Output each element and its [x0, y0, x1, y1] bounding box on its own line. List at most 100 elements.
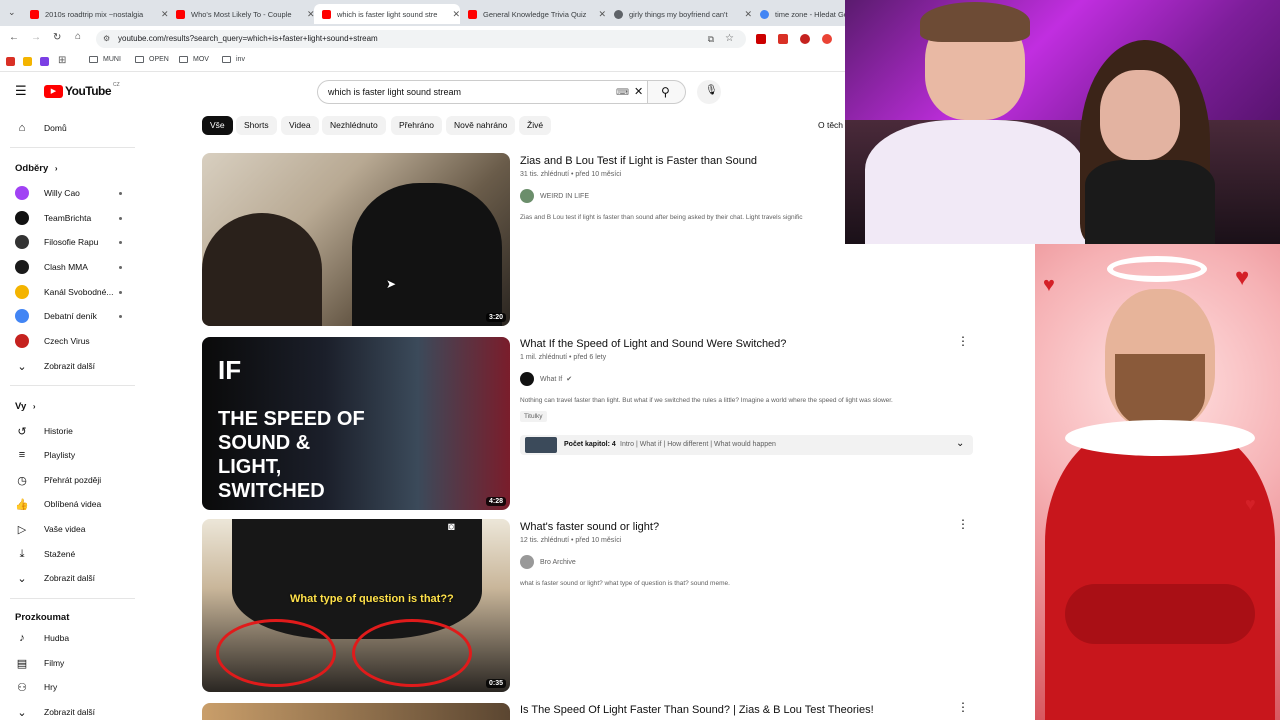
- avatar: [15, 309, 29, 323]
- sidebar-item-label: Historie: [44, 426, 73, 436]
- sidebar-item-label: Zobrazit další: [44, 573, 96, 583]
- back-icon[interactable]: ←: [9, 32, 19, 43]
- extension-icon[interactable]: [800, 34, 810, 44]
- chip-watched[interactable]: Přehráno: [391, 116, 442, 135]
- sidebar-item-subscription[interactable]: Kanál Svobodné...: [0, 281, 140, 303]
- new-content-dot: [119, 240, 122, 244]
- close-tab-icon[interactable]: ✕: [452, 9, 460, 20]
- video-title[interactable]: What If the Speed of Light and Sound Wer…: [520, 338, 786, 350]
- new-content-dot: [119, 290, 122, 294]
- chip-unwatched[interactable]: Nezhlédnuto: [322, 116, 386, 135]
- sidebar-show-more-subscriptions[interactable]: ⌄ Zobrazit další: [0, 355, 140, 377]
- chip-videos[interactable]: Videa: [281, 116, 319, 135]
- sidebar-item-gaming[interactable]: ⚇ Hry: [0, 676, 140, 698]
- subscriptions-heading[interactable]: Odběry ›: [15, 163, 58, 174]
- channel-link[interactable]: WEIRD IN LIFE: [520, 189, 589, 203]
- browser-tab[interactable]: Who's Most Likely To - Couple ✕: [168, 4, 316, 24]
- video-thumbnail[interactable]: What type of question is that?? ◙ 0:35: [202, 519, 510, 692]
- video-description: what is faster sound or light? what type…: [520, 580, 730, 587]
- avatar: [15, 211, 29, 225]
- bookmark-app-icon[interactable]: [40, 57, 49, 66]
- history-icon: ↺: [17, 425, 27, 438]
- channel-link[interactable]: Bro Archive: [520, 555, 576, 569]
- sidebar-show-more-you[interactable]: ⌄ Zobrazit další: [0, 567, 140, 589]
- avatar: [15, 235, 29, 249]
- browser-tab-active[interactable]: which is faster light sound stre ✕: [314, 4, 460, 24]
- keyboard-icon[interactable]: ⌨: [616, 81, 629, 103]
- clear-search-icon[interactable]: ✕: [634, 81, 643, 103]
- sidebar-item-home[interactable]: ⌂ Domů: [0, 117, 140, 139]
- sidebar-item-playlists[interactable]: ≡ Playlisty: [0, 444, 140, 466]
- chip-shorts[interactable]: Shorts: [236, 116, 277, 135]
- avatar: [520, 555, 534, 569]
- bookmark-star-icon[interactable]: ☆: [725, 30, 734, 48]
- browser-tab[interactable]: time zone - Hledat Go: [752, 4, 845, 24]
- apps-grid-icon[interactable]: ⊞: [58, 55, 66, 66]
- channel-link[interactable]: What If ✔: [520, 372, 572, 386]
- bookmark-folder[interactable]: MOV: [179, 56, 209, 63]
- extension-icon[interactable]: [778, 34, 788, 44]
- bookmark-folder[interactable]: OPEN: [135, 56, 169, 63]
- camera-icon: ◙: [448, 521, 455, 533]
- video-title[interactable]: Zias and B Lou Test if Light is Faster t…: [520, 155, 757, 167]
- home-icon[interactable]: ⌂: [75, 31, 81, 42]
- bookmark-app-icon[interactable]: [23, 57, 32, 66]
- sidebar-item-subscription[interactable]: Debatní deník: [0, 305, 140, 327]
- chip-recently-uploaded[interactable]: Nově nahráno: [446, 116, 516, 135]
- address-bar[interactable]: ⚙ youtube.com/results?search_query=which…: [96, 30, 746, 48]
- close-tab-icon[interactable]: ✕: [744, 9, 752, 20]
- search-input[interactable]: which is faster light sound stream ⌨ ✕: [317, 80, 648, 104]
- youtube-logo[interactable]: ▶ YouTube CZ: [44, 82, 120, 98]
- voice-search-button[interactable]: 🎙: [697, 80, 721, 104]
- chip-all[interactable]: Vše: [202, 116, 233, 135]
- avatar: [15, 334, 29, 348]
- sidebar-item-label: Oblíbená videa: [44, 499, 102, 509]
- video-title[interactable]: Is The Speed Of Light Faster Than Sound?…: [520, 704, 874, 716]
- sidebar-item-history[interactable]: ↺ Historie: [0, 420, 140, 442]
- chevron-down-icon[interactable]: ⌄: [956, 438, 964, 449]
- sidebar-item-downloads[interactable]: ⤓ Stažené: [0, 543, 140, 565]
- you-heading[interactable]: Vy ›: [15, 401, 36, 412]
- heart-icon: ♥: [1235, 264, 1250, 291]
- site-info-icon[interactable]: ⚙: [103, 30, 110, 48]
- browser-tab[interactable]: 2010s roadtrip mix ~nostalgia ✕: [22, 4, 170, 24]
- close-tab-icon[interactable]: ✕: [598, 9, 606, 20]
- sidebar-item-subscription[interactable]: TeamBrichta: [0, 207, 140, 229]
- sidebar-item-music[interactable]: ♪ Hudba: [0, 627, 140, 649]
- extension-icon[interactable]: [756, 34, 766, 44]
- sidebar-item-subscription[interactable]: Willy Cao: [0, 182, 140, 204]
- more-options-icon[interactable]: ⋮: [957, 335, 969, 347]
- more-options-icon[interactable]: ⋮: [957, 701, 969, 713]
- sidebar-item-subscription[interactable]: Czech Virus: [0, 330, 140, 352]
- search-button[interactable]: ⚲: [648, 80, 686, 104]
- more-options-icon[interactable]: ⋮: [957, 518, 969, 530]
- chip-live[interactable]: Živé: [519, 116, 552, 135]
- playlist-icon: ≡: [18, 449, 26, 461]
- browser-tab[interactable]: girly things my boyfriend can't ✕: [606, 4, 752, 24]
- sidebar-item-subscription[interactable]: Filosofie Rapu: [0, 231, 140, 253]
- menu-icon[interactable]: ☰: [15, 83, 27, 99]
- install-app-icon[interactable]: ⧉: [708, 30, 714, 48]
- forward-icon[interactable]: →: [31, 32, 41, 43]
- sidebar-item-liked-videos[interactable]: 👍 Oblíbená videa: [0, 493, 140, 515]
- reload-icon[interactable]: ↻: [53, 32, 61, 43]
- sidebar-item-watch-later[interactable]: ◷ Přehrát později: [0, 469, 140, 491]
- whatif-logo-icon: IF: [218, 355, 242, 385]
- video-thumbnail[interactable]: [202, 703, 510, 720]
- extension-icon[interactable]: [822, 34, 832, 44]
- bookmark-folder[interactable]: MUNI: [89, 56, 121, 63]
- browser-tab[interactable]: General Knowledge Trivia Quiz ✕: [460, 4, 606, 24]
- sidebar-item-movies[interactable]: ▤ Filmy: [0, 652, 140, 674]
- bookmark-folder[interactable]: inv: [222, 56, 245, 63]
- chapters-panel[interactable]: Počet kapitol: 4 Intro | What if | How d…: [520, 435, 973, 455]
- video-thumbnail[interactable]: ➤ 3:20: [202, 153, 510, 326]
- video-thumbnail[interactable]: IF THE SPEED OF SOUND & LIGHT, SWITCHED …: [202, 337, 510, 510]
- video-title[interactable]: What's faster sound or light?: [520, 521, 659, 533]
- bookmark-app-icon[interactable]: [6, 57, 15, 66]
- sidebar-item-subscription[interactable]: Clash MMA: [0, 256, 140, 278]
- filters-button[interactable]: O těch: [818, 120, 845, 130]
- tab-list-chevron-icon[interactable]: ⌄: [8, 7, 16, 18]
- home-icon: ⌂: [18, 122, 26, 134]
- sidebar-item-your-videos[interactable]: ▷ Vaše videa: [0, 518, 140, 540]
- webcam-hair: [920, 2, 1030, 42]
